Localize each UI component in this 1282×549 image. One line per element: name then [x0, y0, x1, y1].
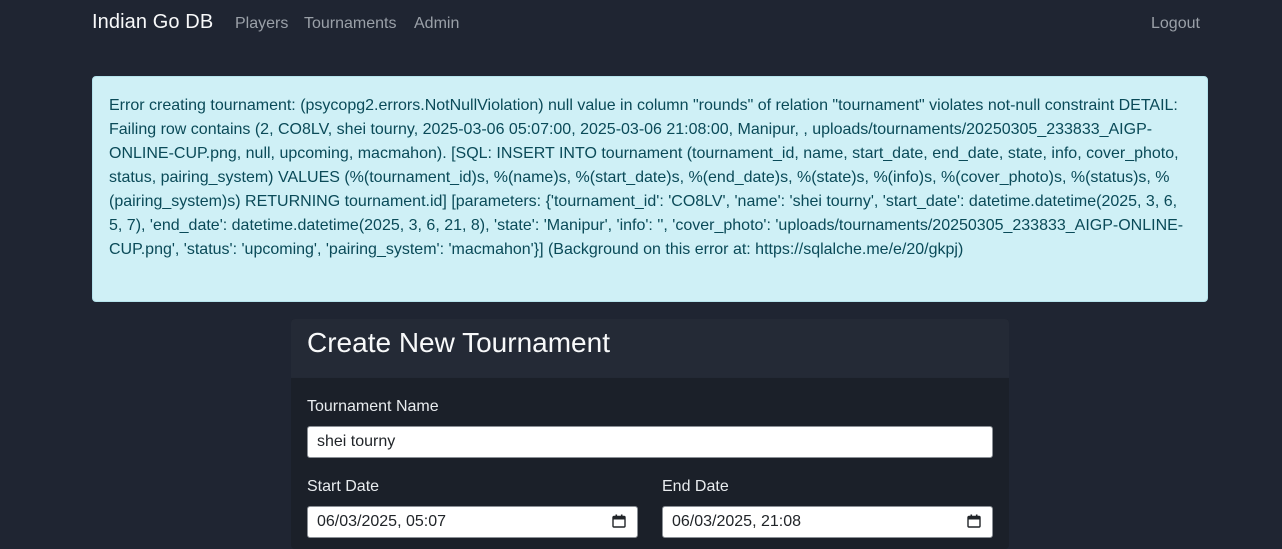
end-date-label: End Date: [662, 478, 729, 495]
end-date-input[interactable]: 06/03/2025, 21:08: [662, 506, 993, 538]
error-message: Error creating tournament: (psycopg2.err…: [109, 97, 1184, 258]
tournament-name-label: Tournament Name: [307, 398, 439, 415]
page-title: Create New Tournament: [307, 327, 610, 358]
nav-link-tournaments[interactable]: Tournaments: [304, 15, 397, 33]
nav-link-players[interactable]: Players: [235, 15, 288, 33]
start-date-value: 06/03/2025, 05:07: [317, 513, 447, 530]
start-date-label: Start Date: [307, 478, 380, 495]
end-date-value: 06/03/2025, 21:08: [672, 513, 802, 530]
brand-link[interactable]: Indian Go DB: [92, 11, 213, 34]
nav-link-admin[interactable]: Admin: [414, 15, 459, 33]
error-alert: Error creating tournament: (psycopg2.err…: [92, 76, 1208, 302]
start-date-input[interactable]: 06/03/2025, 05:07: [307, 506, 638, 538]
card-header: Create New Tournament: [291, 319, 1009, 378]
create-tournament-card: Create New Tournament Tournament Name sh…: [291, 319, 1009, 549]
tournament-name-value: shei tourny: [317, 433, 396, 450]
logout-link[interactable]: Logout: [1151, 15, 1200, 33]
calendar-icon[interactable]: [612, 514, 626, 528]
navbar: Indian Go DB Players Tournaments Admin L…: [0, 0, 1282, 48]
tournament-name-input[interactable]: shei tourny: [307, 426, 993, 458]
calendar-icon[interactable]: [967, 514, 981, 528]
